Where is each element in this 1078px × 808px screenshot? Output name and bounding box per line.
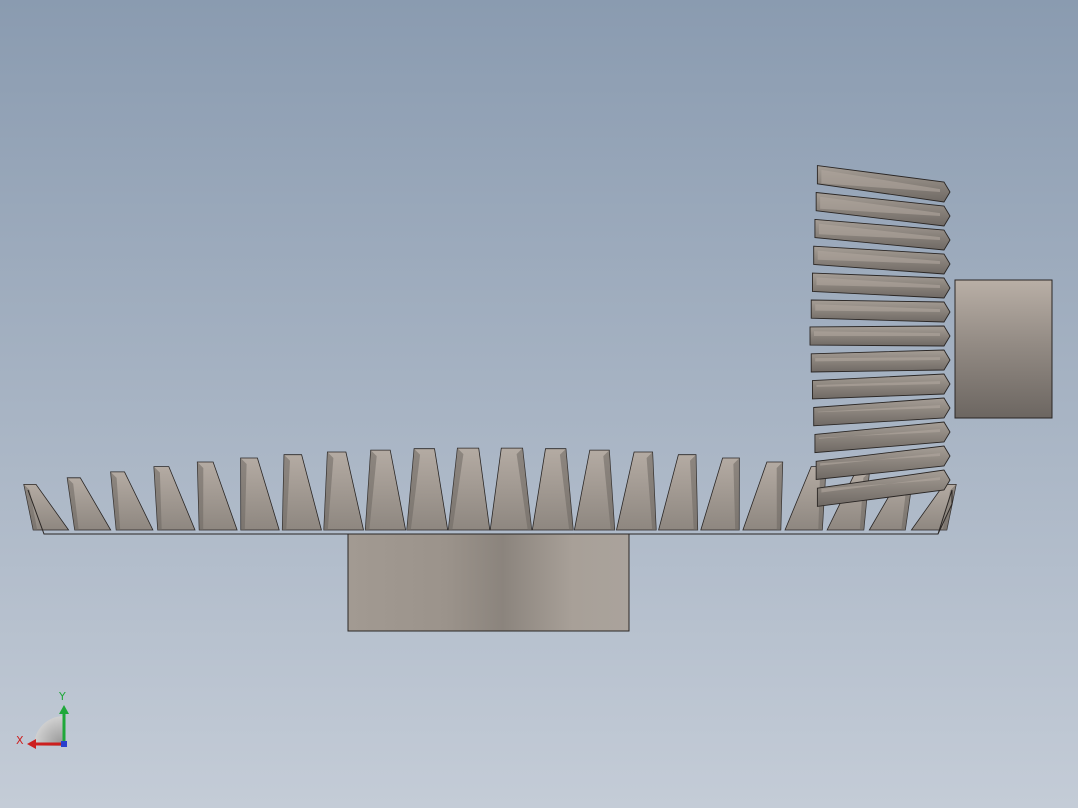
pinion-shaft[interactable] bbox=[954, 279, 1053, 419]
y-axis-label: Y bbox=[58, 690, 66, 703]
gear-assembly-scene[interactable]: Y X bbox=[0, 0, 1078, 808]
x-axis-label: X bbox=[16, 734, 24, 747]
cad-model-viewport[interactable]: Y X bbox=[0, 0, 1078, 808]
z-axis-marker bbox=[61, 741, 67, 747]
ring-gear-hub[interactable] bbox=[347, 533, 630, 632]
